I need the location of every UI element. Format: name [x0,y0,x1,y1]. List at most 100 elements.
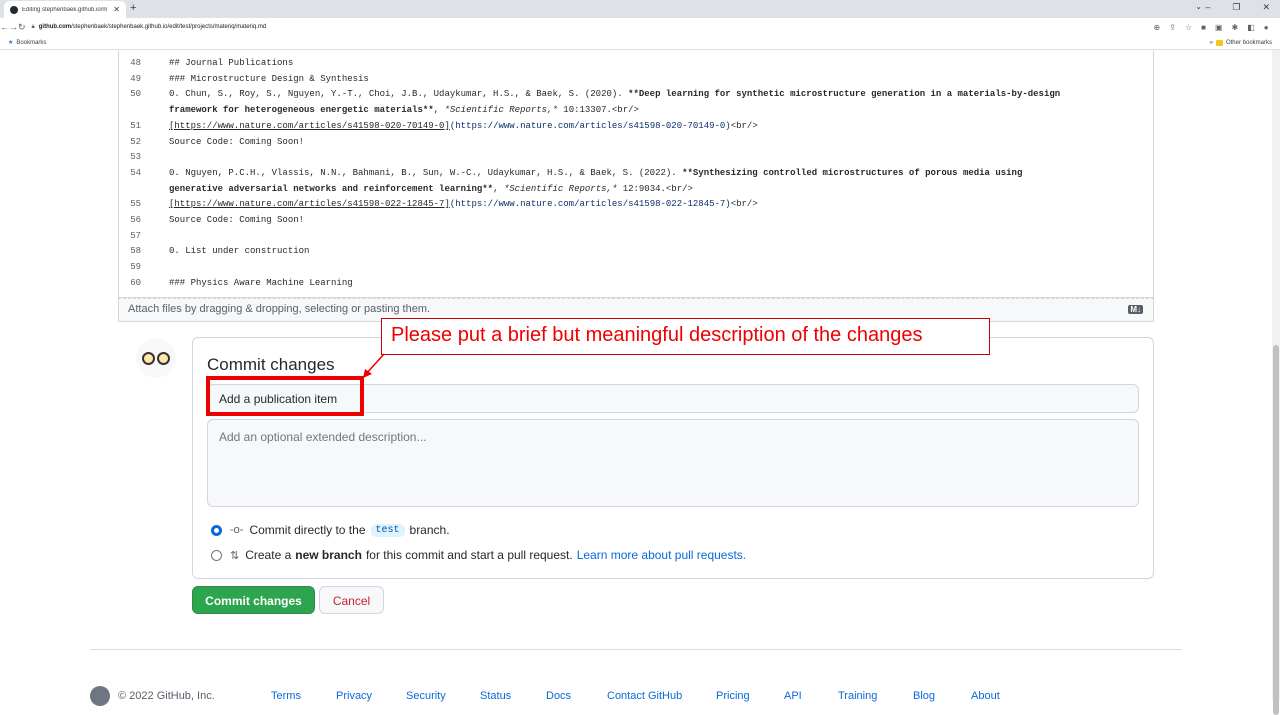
footer-link-security[interactable]: Security [406,690,446,702]
line-content [155,260,169,276]
reading-icon[interactable]: ▣ [1215,23,1223,32]
other-bookmarks[interactable]: » Other bookmarks [1210,39,1272,46]
code-text: <br/> [730,120,758,131]
line-content: 0. List under construction [155,244,309,260]
back-icon[interactable]: ← [0,22,9,32]
code-line: generative adversarial networks and rein… [119,182,1149,198]
reload-icon[interactable]: ↻ [18,22,26,33]
radio-new-branch[interactable] [211,549,222,561]
cancel-button[interactable]: Cancel [319,586,384,614]
option-direct-pre: Commit directly to the [249,523,366,537]
footer-link-api[interactable]: API [784,690,802,702]
line-number: 55 [130,199,141,210]
forward-icon[interactable]: → [9,22,18,32]
puzzle-icon[interactable]: ✱ [1232,23,1239,32]
branch-name-chip: test [370,523,405,537]
close-window-icon[interactable]: ✕ [1262,2,1270,13]
summary-highlight-box [206,376,364,416]
footer-link-training[interactable]: Training [838,690,877,702]
new-tab-icon[interactable]: + [130,2,136,14]
tab-search-chevron-icon[interactable]: ⌄ [1195,2,1202,11]
option-new-pre: Create a [245,548,292,562]
sidepanel-icon[interactable]: ◧ [1247,23,1255,32]
chevron-double-icon[interactable]: » [1210,40,1213,46]
line-content [155,150,169,166]
option-new-post: for this commit and start a pull request… [365,548,573,562]
footer-link-about[interactable]: About [971,690,1000,702]
git-commit-icon: -o- [230,524,244,536]
code-text: ### Microstructure Design & Synthesis [169,73,369,84]
avatar [136,338,176,378]
footer-link-blog[interactable]: Blog [913,690,935,702]
line-number: 56 [130,215,141,226]
footer-copyright-wrap: © 2022 GitHub, Inc. [90,686,215,706]
code-line: 54 0. Nguyen, P.C.H., Vlassis, N.N., Bahm… [119,166,1149,182]
footer-link-privacy[interactable]: Privacy [336,690,372,702]
footer-copyright: © 2022 GitHub, Inc. [118,690,215,702]
code-text: ## Journal Publications [169,58,294,68]
line-number [119,103,155,119]
line-content: 0. Chun, S., Roy, S., Nguyen, Y.-T., Cho… [155,87,1060,103]
page-scrollbar-thumb[interactable] [1273,345,1279,715]
learn-more-pr-link[interactable]: Learn more about pull requests. [577,548,746,562]
github-favicon-icon [10,5,18,14]
line-number: 57 [130,230,141,241]
restore-icon[interactable]: ❐ [1232,2,1240,13]
window-controls: – ❐ ✕ [1205,2,1270,13]
code-line: 53 [119,150,1149,166]
annotation-arrow-icon [363,353,385,378]
close-tab-icon[interactable]: ✕ [113,5,120,14]
address-bar[interactable]: 🔒︎ github.com /stephenbaek/stephenbaek.g… [32,20,1142,34]
minimize-icon[interactable]: – [1205,2,1210,13]
code-text: 0. Nguyen, P.C.H., Vlassis, N.N., Bahman… [169,167,683,178]
browser-tab[interactable]: Editing stephenbaek.github.io/m ✕ [4,1,126,18]
option-commit-direct[interactable]: -o- Commit directly to the test branch. [211,523,450,537]
option-new-branch[interactable]: ⇅ Create a new branch for this commit an… [211,548,746,562]
code-line: 51 [https://www.nature.com/articles/s4159… [119,119,1149,135]
code-bold: **Deep learning for synthetic microstruc… [628,89,1061,100]
github-octocat-icon[interactable] [90,686,110,706]
line-content: ### Physics Aware Machine Learning [155,276,353,292]
lock-icon: 🔒︎ [31,23,35,30]
share-icon[interactable]: ⇪ [1169,23,1176,32]
line-content [155,229,169,245]
line-content: 0. Nguyen, P.C.H., Vlassis, N.N., Bahman… [155,166,1022,182]
code-line: 60 ### Physics Aware Machine Learning [119,276,1149,292]
folder-icon [1215,39,1223,46]
code-line: framework for heterogeneous energetic ma… [119,103,1149,119]
code-italic: *Scientific Reports,* [444,105,558,116]
profile-avatar-icon[interactable]: ● [1264,23,1269,32]
bookmark-star-icon[interactable]: ☆ [1185,23,1192,32]
code-line: 50 0. Chun, S., Roy, S., Nguyen, Y.-T., C… [119,87,1149,103]
footer-link-terms[interactable]: Terms [271,690,301,702]
bookmarks-star-icon: ★ [8,40,14,46]
zoom-icon[interactable]: ⊕ [1154,23,1161,32]
commit-heading: Commit changes [207,355,335,374]
code-line: 59 [119,260,1149,276]
footer-link-pricing[interactable]: Pricing [716,690,750,702]
code-text: ### Physics Aware Machine Learning [169,277,353,288]
code-editor[interactable]: 48 ## Journal Publications 49 ### Microstru… [118,50,1154,298]
page-scrollbar[interactable] [1272,50,1280,715]
code-url: (https://www.nature.com/articles/s41598-… [449,199,731,210]
code-lines: 48 ## Journal Publications 49 ### Microstru… [119,56,1149,292]
bookmarks-label[interactable]: Bookmarks [16,40,46,46]
code-text: 12:9034.<br/> [617,183,693,194]
line-number: 48 [130,58,141,68]
radio-commit-direct[interactable] [211,524,222,536]
line-number [119,182,155,198]
code-bold: framework for heterogeneous energetic ma… [169,105,434,116]
code-line: 49 ### Microstructure Design & Synthesis [119,72,1149,88]
footer-link-status[interactable]: Status [480,690,511,702]
line-number: 50 [130,89,141,100]
commit-description-textarea[interactable]: Add an optional extended description... [207,419,1139,507]
footer-link-contact-github[interactable]: Contact GitHub [607,690,682,702]
commit-changes-button[interactable]: Commit changes [192,586,315,614]
line-content: generative adversarial networks and rein… [155,182,693,198]
line-content: ### Microstructure Design & Synthesis [155,72,369,88]
extension-icon[interactable]: ■ [1201,23,1206,32]
git-pull-request-icon: ⇅ [230,549,240,562]
markdown-icon: M↓ [1128,305,1143,314]
line-content: Source Code: Coming Soon! [155,213,304,229]
footer-link-docs[interactable]: Docs [546,690,571,702]
